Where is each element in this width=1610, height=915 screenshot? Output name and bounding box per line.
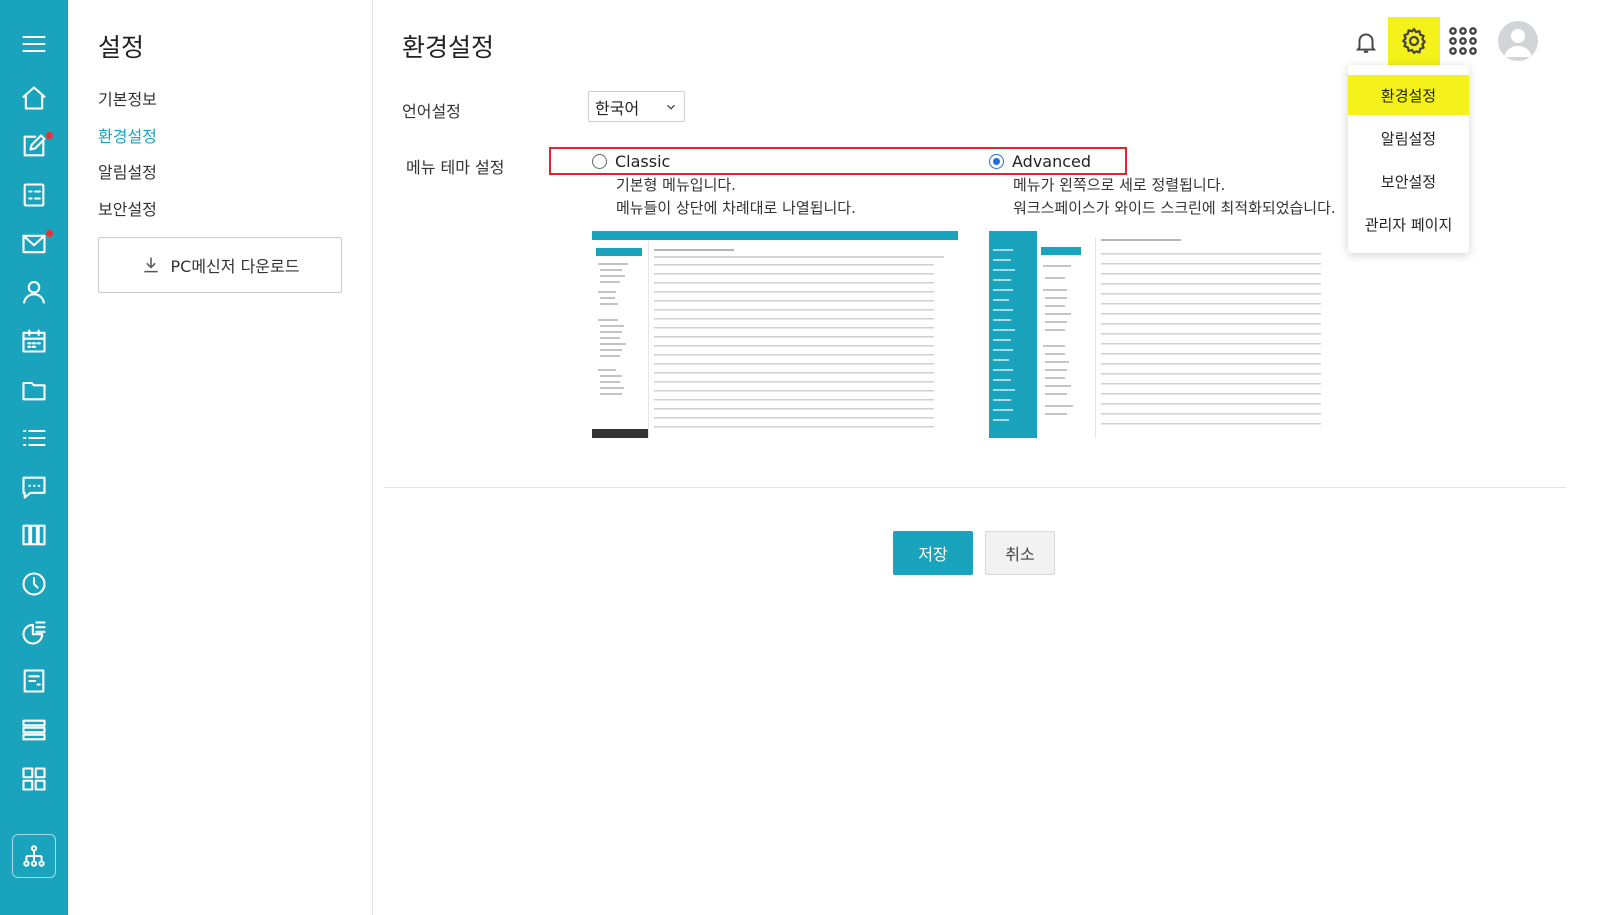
- menu-item-admin-page[interactable]: 관리자 페이지: [1348, 204, 1469, 244]
- gear-icon[interactable]: [1388, 17, 1440, 65]
- page-title: 환경설정: [402, 33, 495, 62]
- download-icon: [143, 257, 158, 273]
- classic-preview-image: [592, 231, 958, 438]
- notification-badge: [46, 230, 53, 237]
- board-icon[interactable]: [0, 513, 68, 557]
- menu-item-notifications[interactable]: 알림설정: [1348, 118, 1469, 158]
- theme-name-advanced: Advanced: [1012, 152, 1092, 171]
- section-divider: [384, 487, 1566, 488]
- download-label: PC메신저 다운로드: [170, 257, 300, 276]
- language-select[interactable]: 한국어: [588, 91, 685, 122]
- theme-option-classic[interactable]: Classic: [592, 152, 670, 171]
- calendar-icon[interactable]: [0, 319, 68, 363]
- checklist-icon[interactable]: [0, 173, 68, 217]
- language-label: 언어설정: [402, 102, 461, 121]
- chat-icon[interactable]: [0, 465, 68, 509]
- app-rail: [0, 0, 68, 915]
- sidebar-item-basic-info[interactable]: 기본정보: [98, 86, 157, 110]
- stack-icon[interactable]: [0, 708, 68, 752]
- menu-icon[interactable]: [0, 22, 68, 66]
- chevron-down-icon: [667, 104, 675, 110]
- list-icon[interactable]: [0, 416, 68, 460]
- advanced-description: 메뉴가 왼쪽으로 세로 정렬됩니다. 워크스페이스가 와이드 스크린에 최적화되…: [1013, 176, 1336, 217]
- settings-sidebar: 설정 기본정보 환경설정 알림설정 보안설정 PC메신저 다운로드: [68, 0, 373, 915]
- grid-icon[interactable]: [0, 757, 68, 801]
- theme-name-classic: Classic: [615, 152, 671, 171]
- home-icon[interactable]: [0, 76, 68, 120]
- menu-item-security[interactable]: 보안설정: [1348, 161, 1469, 201]
- settings-dropdown-menu: 환경설정 알림설정 보안설정 관리자 페이지: [1348, 65, 1469, 253]
- sidebar-item-notifications[interactable]: 알림설정: [98, 159, 157, 183]
- classic-description: 기본형 메뉴입니다. 메뉴들이 상단에 차례대로 나열됩니다.: [616, 176, 856, 217]
- avatar[interactable]: [1498, 21, 1538, 61]
- org-chart-icon[interactable]: [12, 834, 56, 878]
- note-icon[interactable]: [0, 659, 68, 703]
- edit-icon[interactable]: [0, 124, 68, 168]
- menu-theme-label: 메뉴 테마 설정: [406, 158, 505, 177]
- save-button[interactable]: 저장: [893, 531, 973, 575]
- theme-option-advanced[interactable]: Advanced: [989, 152, 1091, 171]
- user-icon[interactable]: [0, 270, 68, 314]
- pc-messenger-download-button[interactable]: PC메신저 다운로드: [98, 237, 342, 293]
- notification-badge: [46, 132, 53, 139]
- apps-icon[interactable]: [1444, 22, 1482, 60]
- sidebar-title: 설정: [98, 33, 145, 62]
- sidebar-item-security[interactable]: 보안설정: [98, 196, 157, 220]
- sidebar-item-preferences[interactable]: 환경설정: [98, 123, 157, 147]
- menu-item-preferences[interactable]: 환경설정: [1348, 75, 1469, 115]
- advanced-preview-image: [989, 231, 1335, 438]
- radio-classic[interactable]: [592, 154, 607, 169]
- radio-advanced[interactable]: [989, 154, 1004, 169]
- folder-icon[interactable]: [0, 368, 68, 412]
- clock-icon[interactable]: [0, 562, 68, 606]
- report-icon[interactable]: [0, 611, 68, 655]
- cancel-button[interactable]: 취소: [985, 531, 1055, 575]
- bell-icon[interactable]: [1346, 22, 1386, 62]
- mail-icon[interactable]: [0, 222, 68, 266]
- language-value: 한국어: [595, 98, 640, 118]
